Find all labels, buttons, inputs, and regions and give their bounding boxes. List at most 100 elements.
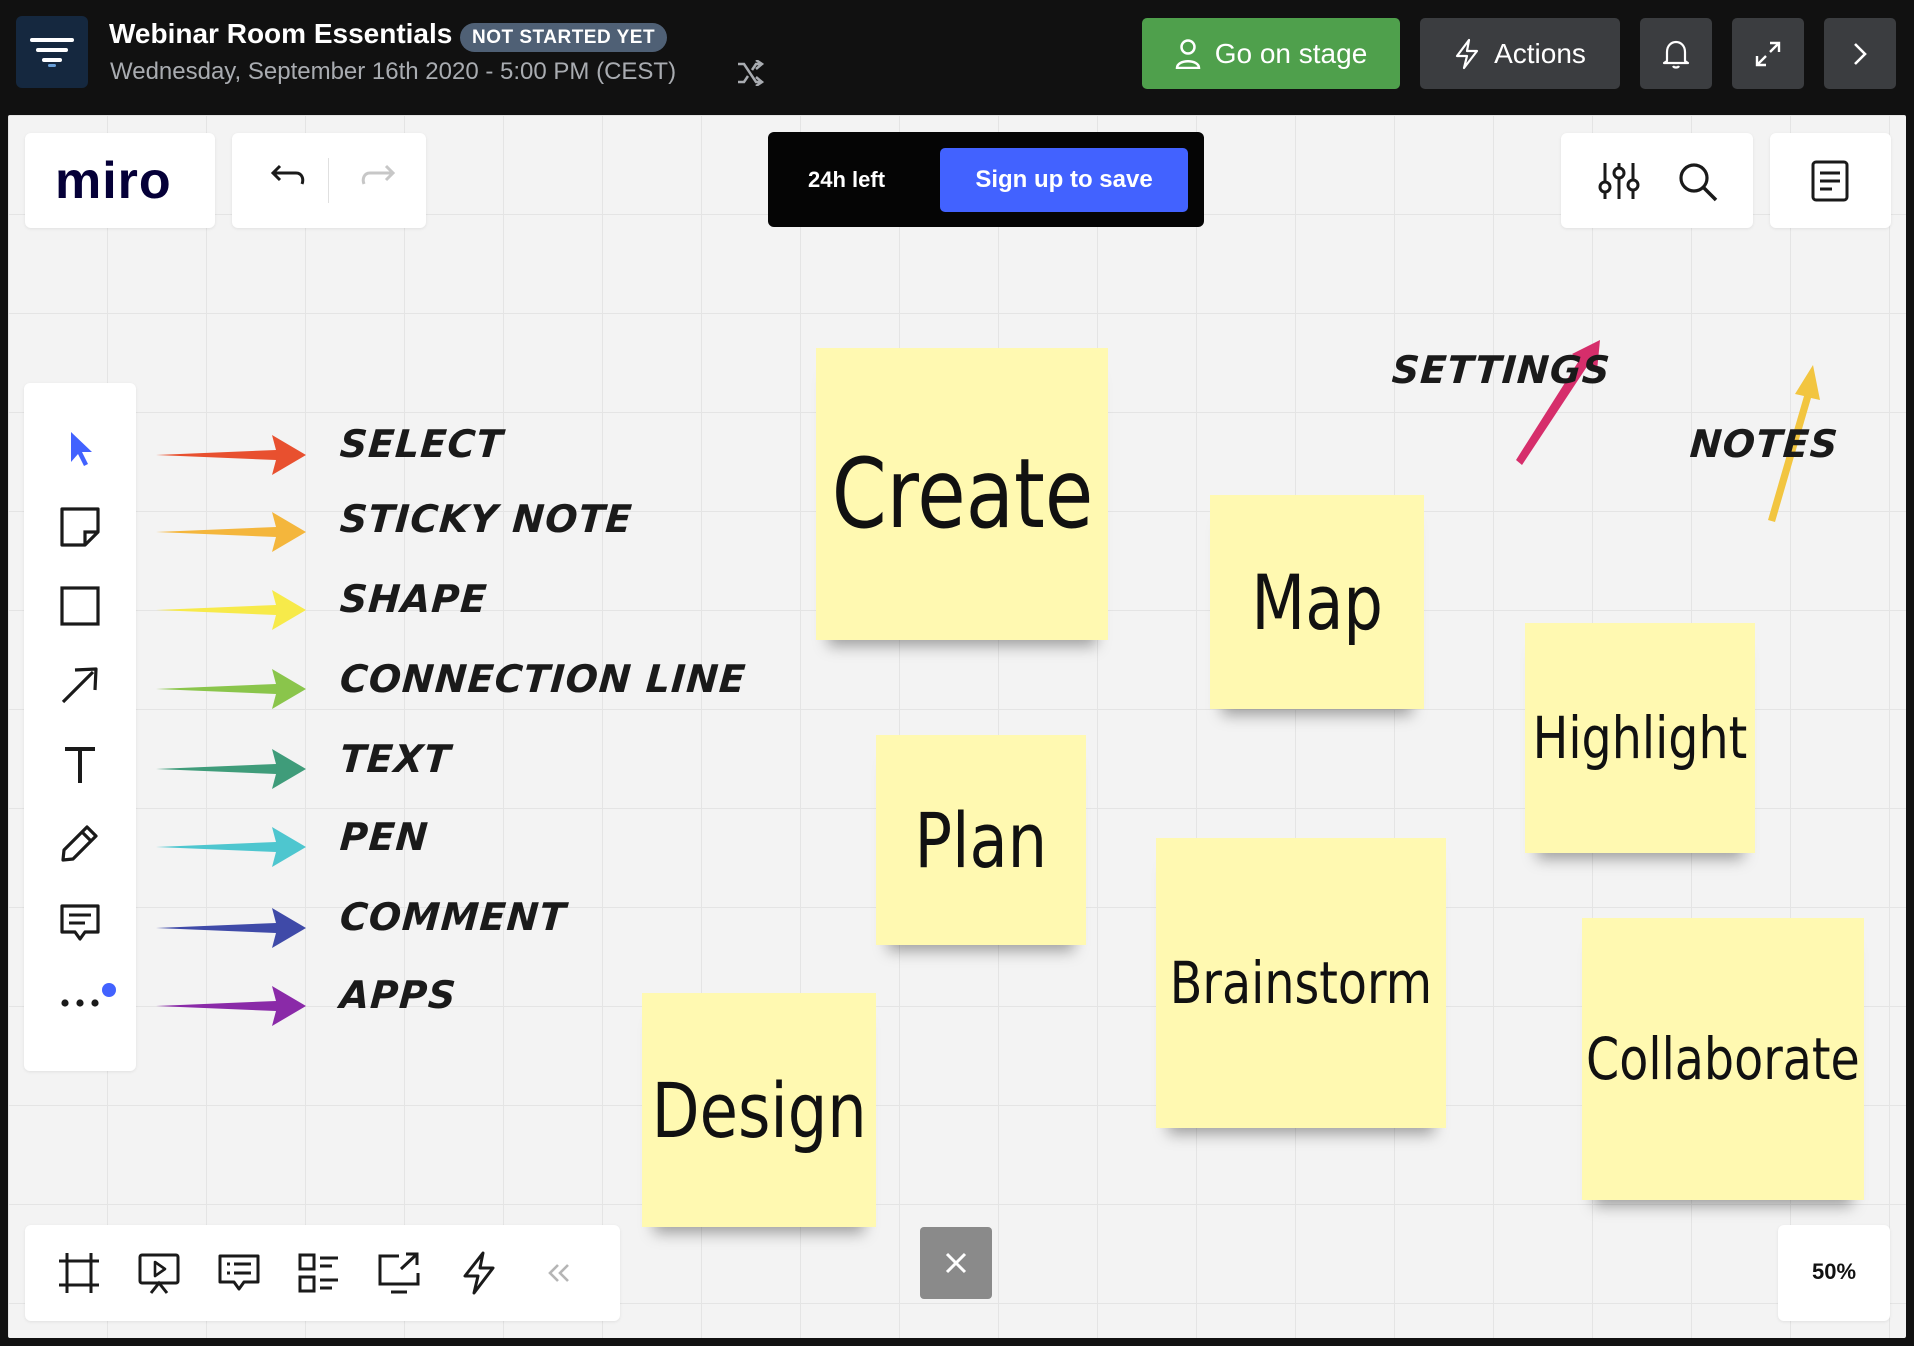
redo-icon[interactable]: [360, 163, 400, 195]
annotation-settings: SETTINGS: [1390, 348, 1613, 392]
divider: [328, 158, 329, 203]
arrow-shape: [156, 590, 306, 630]
miro-board-canvas[interactable]: miro 24h left Sign up to save SELECT STI…: [8, 115, 1906, 1338]
screen-share-button[interactable]: [369, 1243, 429, 1303]
annotation-comment: COMMENT: [338, 895, 569, 939]
sign-up-to-save-button[interactable]: Sign up to save: [940, 148, 1188, 212]
annotation-select: SELECT: [338, 422, 505, 466]
more-icon: [61, 999, 99, 1007]
arrow-sticky-note: [156, 512, 306, 552]
square-icon: [60, 586, 100, 626]
arrow-connection-line: [156, 669, 306, 709]
card-list-icon: [298, 1253, 338, 1293]
collapse-toolbar-button[interactable]: [529, 1243, 589, 1303]
fullscreen-button[interactable]: [1732, 18, 1804, 89]
timezone-switch-icon[interactable]: [736, 60, 764, 86]
sticky-note[interactable]: Collaborate: [1582, 918, 1864, 1200]
actions-label: Actions: [1494, 37, 1586, 69]
comment-tool[interactable]: [50, 893, 110, 953]
status-badge: NOT STARTED YET: [460, 23, 668, 52]
connection-line-icon: [61, 667, 98, 704]
annotation-sticky-note: STICKY NOTE: [338, 497, 635, 541]
sticky-note-text: Map: [1251, 557, 1383, 647]
bell-icon: [1662, 40, 1690, 69]
annotation-pen: PEN: [338, 815, 431, 859]
sticky-note-text: Collaborate: [1586, 1025, 1860, 1093]
sticky-note[interactable]: Map: [1210, 495, 1424, 709]
connection-line-tool[interactable]: [50, 655, 110, 715]
sticky-note[interactable]: Create: [816, 348, 1108, 640]
sticky-note[interactable]: Highlight: [1525, 623, 1755, 853]
left-toolbar: [24, 383, 136, 1071]
undo-redo-panel: [232, 133, 426, 228]
undo-icon[interactable]: [266, 163, 306, 195]
tool-arrows: [156, 435, 306, 1026]
frames-button[interactable]: [49, 1243, 109, 1303]
presentation-icon: [138, 1253, 180, 1294]
actions-button[interactable]: Actions: [1420, 18, 1620, 89]
power-ups-button[interactable]: [449, 1243, 509, 1303]
search-icon[interactable]: [1677, 161, 1719, 203]
sticky-note-text: Highlight: [1532, 704, 1748, 772]
save-banner: 24h left Sign up to save: [768, 132, 1204, 227]
notifications-button[interactable]: [1640, 18, 1712, 89]
collapse-icon: [548, 1264, 569, 1282]
card-list-button[interactable]: [289, 1243, 349, 1303]
arrow-pen: [156, 827, 306, 867]
menu-lines-icon: [30, 38, 74, 67]
presentation-button[interactable]: [129, 1243, 189, 1303]
expand-panel-button[interactable]: [1824, 18, 1896, 89]
text-tool[interactable]: [50, 735, 110, 795]
select-tool[interactable]: [50, 419, 110, 479]
settings-sliders-icon[interactable]: [1597, 161, 1641, 201]
notes-icon[interactable]: [1810, 159, 1850, 203]
zoom-level: 50%: [1811, 1259, 1857, 1284]
arrow-select: [156, 435, 306, 475]
expand-icon: [1755, 41, 1781, 66]
settings-search-panel: [1561, 133, 1753, 228]
webinar-top-bar: Webinar Room Essentials NOT STARTED YET …: [0, 0, 1914, 113]
sticky-note-tool[interactable]: [50, 497, 110, 557]
screen-share-icon: [378, 1252, 420, 1294]
annotation-shape: SHAPE: [338, 577, 489, 621]
lightning-icon: [1455, 38, 1479, 69]
sticky-note-text: Create: [831, 438, 1093, 550]
pen-icon: [61, 825, 98, 862]
pen-tool[interactable]: [50, 813, 110, 873]
user-icon: [1175, 38, 1200, 69]
arrow-apps: [156, 986, 306, 1026]
comment-icon: [60, 904, 100, 941]
zoom-control[interactable]: 50%: [1778, 1225, 1890, 1321]
arrow-text: [156, 749, 306, 789]
apps-tool[interactable]: [50, 973, 110, 1033]
chevron-right-icon: [1854, 42, 1867, 65]
sticky-note-icon: [60, 507, 100, 547]
sticky-note[interactable]: Brainstorm: [1156, 838, 1446, 1128]
event-title: Webinar Room Essentials: [109, 18, 453, 49]
notes-panel: [1770, 133, 1891, 228]
comments-button[interactable]: [209, 1243, 269, 1303]
arrow-comment: [156, 908, 306, 948]
annotation-apps: APPS: [338, 973, 459, 1017]
sticky-note[interactable]: Plan: [876, 735, 1086, 945]
sticky-note-text: Plan: [914, 795, 1048, 885]
close-button[interactable]: [920, 1227, 992, 1299]
miro-logo-panel[interactable]: miro: [25, 133, 215, 228]
text-icon: [65, 747, 95, 783]
bottom-toolbar: [25, 1225, 620, 1321]
go-on-stage-button[interactable]: Go on stage: [1142, 18, 1400, 89]
sticky-note[interactable]: Design: [642, 993, 876, 1227]
lightning-icon: [463, 1251, 495, 1295]
apps-notification-dot: [102, 983, 116, 997]
sticky-note-text: Design: [651, 1065, 867, 1155]
go-on-stage-label: Go on stage: [1214, 37, 1368, 69]
annotation-connection-line: CONNECTION LINE: [338, 657, 748, 701]
time-left-label: 24h left: [808, 167, 886, 192]
comments-list-icon: [218, 1254, 260, 1291]
close-icon: [945, 1252, 967, 1274]
cursor-icon: [71, 432, 92, 466]
miro-logo: miro: [55, 152, 172, 210]
webinar-app-logo[interactable]: [16, 16, 88, 88]
shape-tool[interactable]: [50, 576, 110, 636]
annotation-notes: NOTES: [1688, 422, 1840, 466]
